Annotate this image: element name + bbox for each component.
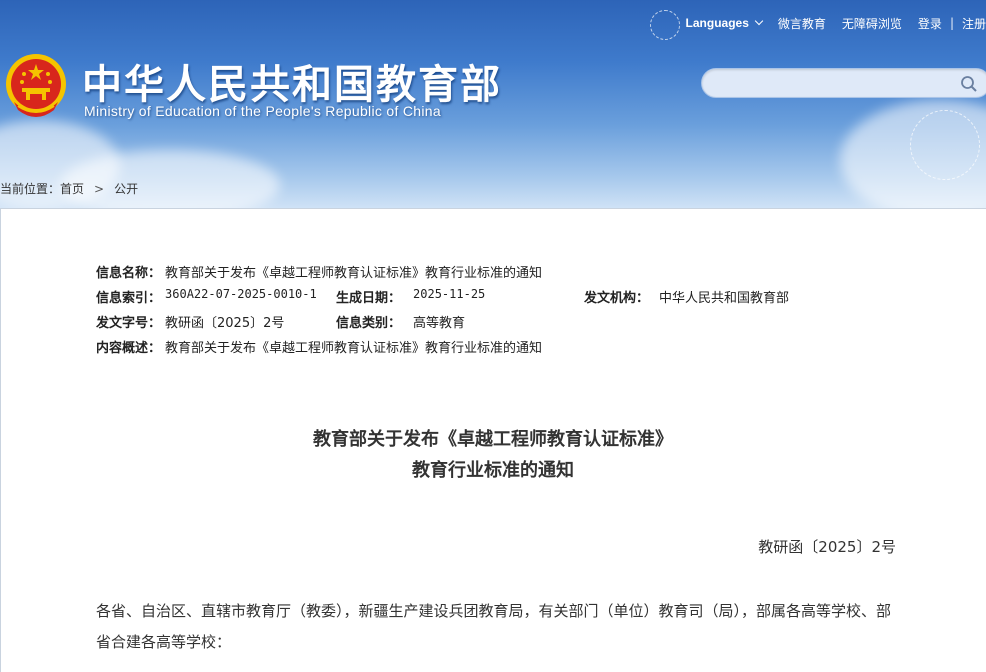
accessibility-link[interactable]: 无障碍浏览: [834, 15, 910, 32]
breadcrumb-home[interactable]: 首页: [60, 180, 84, 197]
date-value: 2025-11-25: [413, 287, 486, 301]
org-value: 中华人民共和国教育部: [659, 291, 790, 306]
languages-label: Languages: [685, 16, 749, 30]
date-label: 生成日期：: [336, 291, 402, 306]
meta-row-docno: 发文字号： 教研函〔2025〕2号: [96, 312, 285, 331]
meta-row-org: 发文机构： 中华人民共和国教育部: [584, 287, 790, 306]
meta-row-name: 信息名称： 教育部关于发布《卓越工程师教育认证标准》教育行业标准的通知: [96, 262, 543, 281]
chevron-right-icon: >: [94, 181, 105, 196]
document-body: 各省、自治区、直辖市教育厅（教委），新疆生产建设兵团教育局，有关部门（单位）教育…: [96, 602, 892, 651]
top-links: Languages 微言教育 无障碍浏览 登录 | 注册: [678, 14, 986, 32]
meta-row-summary: 内容概述： 教育部关于发布《卓越工程师教育认证标准》教育行业标准的通知: [96, 337, 543, 356]
register-link[interactable]: 注册: [954, 15, 986, 32]
meta-row-index: 信息索引： 360A22-07-2025-0010-1: [96, 287, 317, 306]
info-name-label: 信息名称：: [96, 266, 162, 281]
search-input[interactable]: [712, 73, 952, 93]
info-name-value: 教育部关于发布《卓越工程师教育认证标准》教育行业标准的通知: [165, 266, 543, 281]
site-header: Languages 微言教育 无障碍浏览 登录 | 注册 中华人民共和国教育部 …: [0, 0, 986, 208]
meta-row-date: 生成日期： 2025-11-25: [336, 287, 486, 306]
chevron-down-icon: [754, 16, 764, 26]
document-title-line2: 教育行业标准的通知: [412, 460, 574, 481]
doc-no-label: 发文字号：: [96, 316, 162, 331]
site-subtitle: Ministry of Education of the People's Re…: [84, 103, 441, 119]
document-title: 教育部关于发布《卓越工程师教育认证标准》 教育行业标准的通知: [0, 424, 986, 486]
index-value: 360A22-07-2025-0010-1: [165, 287, 317, 301]
org-label: 发文机构：: [584, 291, 650, 306]
summary-value: 教育部关于发布《卓越工程师教育认证标准》教育行业标准的通知: [165, 341, 543, 356]
document-title-line1: 教育部关于发布《卓越工程师教育认证标准》: [313, 429, 673, 450]
national-emblem-icon[interactable]: [4, 52, 68, 120]
search-icon[interactable]: [960, 75, 978, 93]
breadcrumb-prefix: 当前位置：: [0, 182, 61, 196]
category-value: 高等教育: [413, 316, 466, 331]
search-box: [701, 68, 986, 98]
languages-dropdown[interactable]: Languages: [678, 16, 770, 30]
site-title[interactable]: 中华人民共和国教育部: [82, 52, 502, 110]
breadcrumb: 当前位置： 首页 > 公开: [0, 180, 138, 197]
index-label: 信息索引：: [96, 291, 162, 306]
dandelion-decoration: [650, 10, 680, 40]
dandelion-decoration: [910, 110, 980, 180]
weibo-link[interactable]: 微言教育: [770, 15, 834, 32]
document-number: 教研函〔2025〕2号: [758, 538, 896, 556]
category-label: 信息类别：: [336, 316, 402, 331]
link-separator: |: [949, 16, 954, 30]
login-link[interactable]: 登录: [910, 15, 950, 32]
summary-label: 内容概述：: [96, 341, 162, 356]
breadcrumb-public[interactable]: 公开: [114, 180, 138, 197]
meta-row-category: 信息类别： 高等教育: [336, 312, 466, 331]
doc-no-value: 教研函〔2025〕2号: [165, 316, 285, 331]
